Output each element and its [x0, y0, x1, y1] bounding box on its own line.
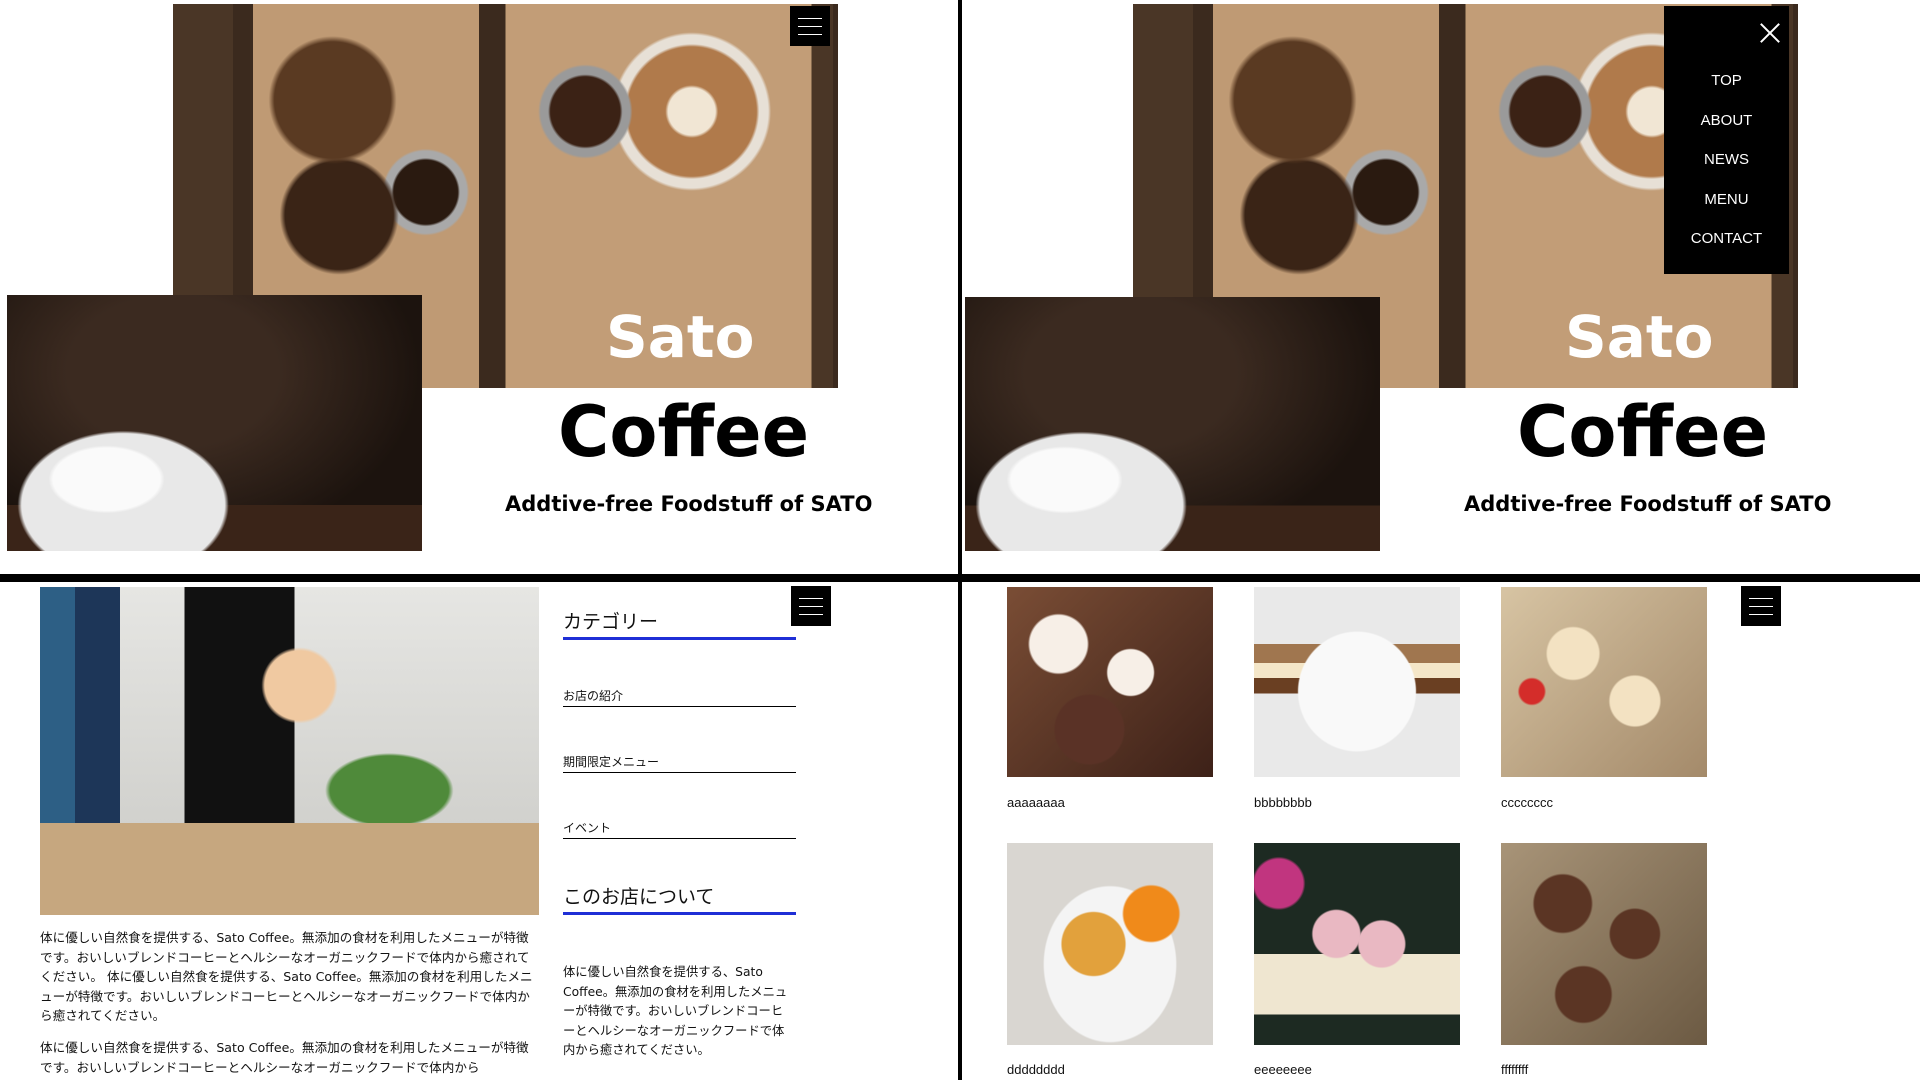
menu-line-icon: [1749, 613, 1773, 615]
sidebar-link-limited-menu[interactable]: 期間限定メニュー: [563, 753, 796, 773]
sidebar-heading-about: このお店について: [563, 882, 796, 915]
gallery-image[interactable]: [1254, 843, 1460, 1045]
gallery-image[interactable]: [1007, 587, 1213, 777]
article-paragraph-1: 体に優しい自然食を提供する、Sato Coffee。無添加の食材を利用したメニュ…: [40, 930, 533, 1023]
close-icon[interactable]: [1757, 20, 1783, 46]
content-panel: 体に優しい自然食を提供する、Sato Coffee。無添加の食材を利用したメニュ…: [0, 582, 958, 1080]
gallery-caption: bbbbbbbb: [1254, 795, 1312, 810]
gallery-image[interactable]: [1254, 587, 1460, 777]
sidebar-heading-category: カテゴリー: [563, 607, 796, 640]
hamburger-menu-button[interactable]: [1741, 586, 1781, 626]
nav-item-menu[interactable]: MENU: [1664, 180, 1789, 220]
gallery-image[interactable]: [1007, 843, 1213, 1045]
hero-title-coffee: Coffee: [1517, 391, 1769, 473]
menu-line-icon: [798, 25, 822, 27]
nav-list: TOP ABOUT NEWS MENU CONTACT: [1664, 61, 1789, 259]
hero-title-sato: Sato: [1565, 303, 1714, 371]
menu-line-icon: [798, 33, 822, 35]
cafe-interior-image: [40, 587, 539, 915]
gallery-caption: dddddddd: [1007, 1062, 1065, 1077]
hero-title-sato: Sato: [606, 303, 755, 371]
hero-title-coffee: Coffee: [558, 391, 810, 473]
hero-tagline: Addtive-free Foodstuff of SATO: [1464, 492, 1832, 516]
menu-line-icon: [1749, 605, 1773, 607]
hero-panel-menu-open: Sato Coffee Addtive-free Foodstuff of SA…: [962, 0, 1920, 574]
gallery-image[interactable]: [1501, 587, 1707, 777]
gallery-caption: eeeeeeee: [1254, 1062, 1312, 1077]
menu-line-icon: [799, 613, 823, 615]
nav-item-top[interactable]: TOP: [1664, 61, 1789, 101]
hero-tagline: Addtive-free Foodstuff of SATO: [505, 492, 873, 516]
sidebar-link-event[interactable]: イベント: [563, 819, 796, 839]
menu-line-icon: [799, 597, 823, 599]
menu-line-icon: [798, 17, 822, 19]
nav-item-contact[interactable]: CONTACT: [1664, 219, 1789, 259]
hero-image-coffee-cup: [7, 295, 422, 551]
menu-line-icon: [1749, 597, 1773, 599]
gallery-image[interactable]: [1501, 843, 1707, 1045]
nav-item-about[interactable]: ABOUT: [1664, 101, 1789, 141]
gallery-caption: aaaaaaaa: [1007, 795, 1065, 810]
gallery-panel: aaaaaaaa bbbbbbbb cccccccc dddddddd eeee…: [962, 582, 1920, 1080]
hero-panel: Sato Coffee Addtive-free Foodstuff of SA…: [0, 0, 958, 574]
gallery-caption: ffffffff: [1501, 1062, 1529, 1077]
article-paragraph-2: 体に優しい自然食を提供する、Sato Coffee。無添加の食材を利用したメニュ…: [40, 1040, 529, 1075]
sidebar-about-text: 体に優しい自然食を提供する、Sato Coffee。無添加の食材を利用したメニュ…: [563, 965, 788, 1057]
gallery-caption: cccccccc: [1501, 795, 1553, 810]
menu-line-icon: [799, 605, 823, 607]
hamburger-menu-button[interactable]: [791, 586, 831, 626]
sidebar-link-shop-intro[interactable]: お店の紹介: [563, 687, 796, 707]
nav-drawer: TOP ABOUT NEWS MENU CONTACT: [1664, 6, 1789, 274]
nav-item-news[interactable]: NEWS: [1664, 140, 1789, 180]
hero-image-coffee-cup: [965, 297, 1380, 551]
hamburger-menu-button[interactable]: [790, 6, 830, 46]
